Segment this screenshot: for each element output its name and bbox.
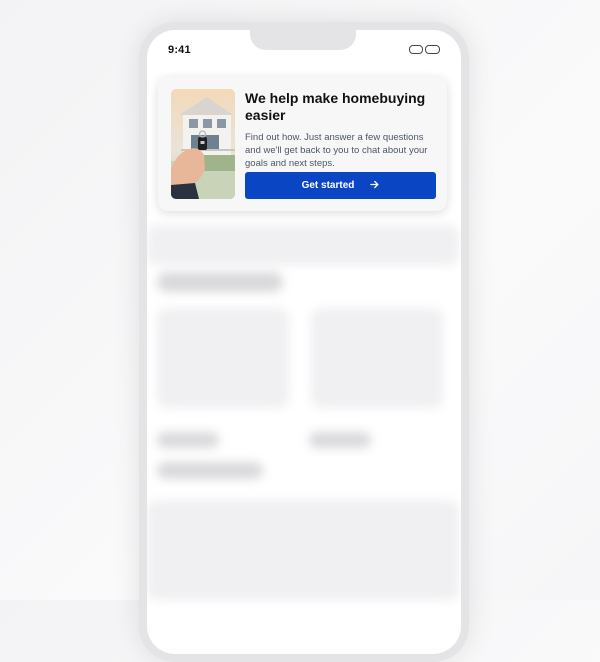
blurred-label bbox=[309, 432, 371, 448]
status-icons bbox=[409, 45, 440, 54]
promo-description: Find out how. Just answer a few question… bbox=[245, 132, 428, 169]
promo-title: We help make homebuying easier bbox=[245, 90, 426, 123]
house-keys-photo bbox=[171, 89, 235, 199]
battery-icon bbox=[425, 45, 440, 54]
signal-icon bbox=[409, 45, 423, 54]
phone-screen: 9:41 We help make homebuying easier Find… bbox=[147, 30, 461, 654]
arrow-right-icon bbox=[370, 180, 379, 192]
promo-card-content: We help make homebuying easier Find out … bbox=[245, 90, 437, 170]
get-started-button[interactable]: Get started bbox=[245, 172, 436, 199]
phone-notch bbox=[250, 30, 356, 50]
get-started-label: Get started bbox=[301, 180, 355, 191]
blurred-section bbox=[147, 500, 459, 600]
status-time: 9:41 bbox=[168, 44, 191, 56]
phone-frame: 9:41 We help make homebuying easier Find… bbox=[139, 22, 469, 662]
promo-card: We help make homebuying easier Find out … bbox=[158, 77, 447, 211]
blurred-tile bbox=[311, 308, 443, 408]
blurred-label bbox=[157, 432, 219, 448]
blurred-label bbox=[157, 462, 263, 479]
blurred-tile bbox=[157, 308, 289, 408]
blurred-heading bbox=[157, 272, 283, 292]
blurred-section bbox=[147, 225, 459, 265]
